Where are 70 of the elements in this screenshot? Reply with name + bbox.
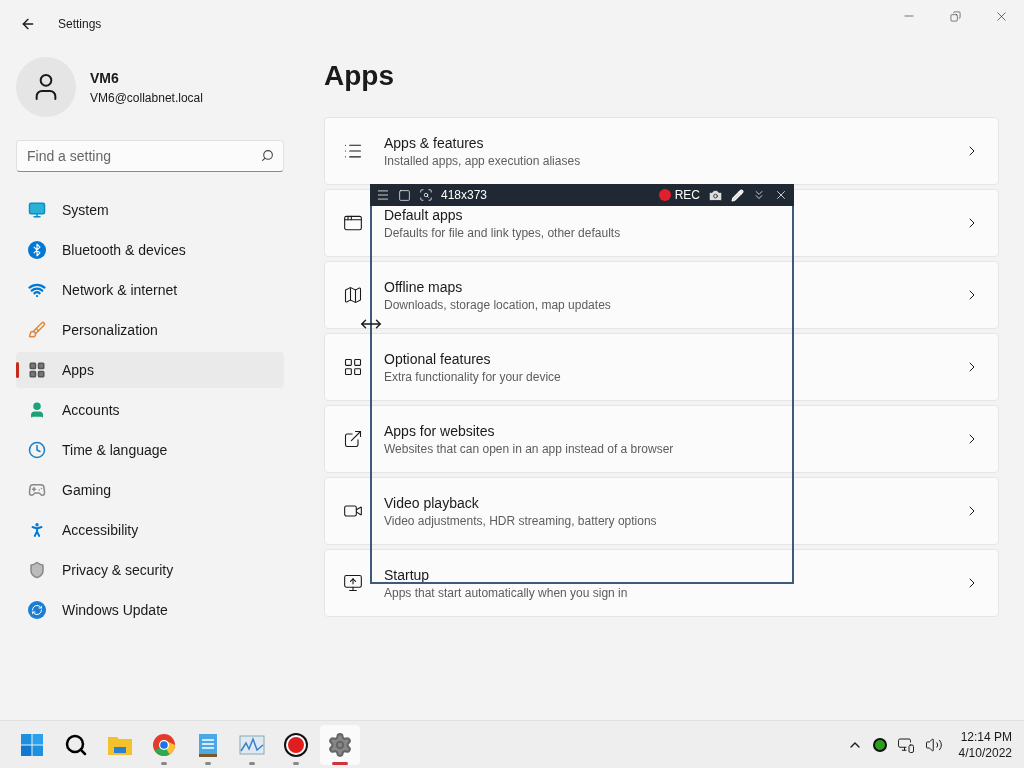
search-field[interactable]: Find a setting <box>16 140 284 172</box>
card-subtitle: Extra functionality for your device <box>384 369 562 385</box>
card-subtitle: Defaults for file and link types, other defaults <box>384 225 622 241</box>
settings-card[interactable]: Offline maps Downloads, storage location, map updates <box>324 261 999 329</box>
performance-chart-icon <box>239 734 265 755</box>
settings-card[interactable]: Video playback Video adjustments, HDR streaming, battery options <box>324 477 999 545</box>
shield-icon <box>28 561 46 579</box>
card-title: Default apps <box>384 206 464 225</box>
card-title: Apps & features <box>384 134 485 153</box>
card-subtitle: Installed apps, app execution aliases <box>384 153 582 169</box>
monitor-icon <box>28 201 46 219</box>
card-title: Offline maps <box>384 278 464 297</box>
wifi-icon <box>28 281 46 299</box>
card-title: Optional features <box>384 350 492 369</box>
settings-card[interactable]: Startup Apps that start automatically when you sign in <box>324 549 999 617</box>
windows-logo-icon <box>20 732 44 757</box>
bluetooth-icon <box>28 241 46 259</box>
monitor-arrow-icon <box>343 573 363 593</box>
menu-icon[interactable] <box>376 188 390 202</box>
close-icon[interactable] <box>774 188 788 202</box>
nav-item[interactable]: Network & internet <box>16 272 284 308</box>
user-name: VM6 <box>90 68 120 88</box>
square-icon[interactable] <box>398 188 411 202</box>
apps-icon <box>28 361 46 379</box>
nav-item[interactable]: Privacy & security <box>16 552 284 588</box>
region-icon[interactable] <box>419 188 433 202</box>
card-title: Startup <box>384 566 431 585</box>
gamepad-icon <box>28 481 46 499</box>
brush-icon <box>28 321 46 339</box>
card-subtitle: Apps that start automatically when you sign in <box>384 585 629 601</box>
capture-size: 418x373 <box>441 187 488 204</box>
card-title: Video playback <box>384 494 480 513</box>
nav-item[interactable]: Windows Update <box>16 592 284 628</box>
speaker-icon[interactable] <box>924 735 943 754</box>
nav-item[interactable]: Accessibility <box>16 512 284 548</box>
card-subtitle: Video adjustments, HDR streaming, battery options <box>384 513 658 529</box>
nav-item[interactable]: Time & language <box>16 432 284 468</box>
refresh-icon <box>28 601 46 619</box>
nav-item[interactable]: System <box>16 192 284 228</box>
restore-icon <box>949 10 961 22</box>
nav-item[interactable]: Gaming <box>16 472 284 508</box>
app-window-icon <box>343 213 363 233</box>
rec-button[interactable]: REC <box>658 186 700 204</box>
search-icon <box>64 732 88 757</box>
nav-item[interactable]: Bluetooth & devices <box>16 232 284 268</box>
nav-item[interactable]: Personalization <box>16 312 284 348</box>
map-icon <box>343 285 363 305</box>
camera-icon[interactable] <box>708 187 723 203</box>
chevrons-down-icon[interactable] <box>752 188 766 202</box>
clock[interactable]: 12:14 PM 4/10/2022 <box>958 728 1012 761</box>
settings-card[interactable]: Optional features Extra functionality for your device <box>324 333 999 401</box>
gear-icon <box>327 731 353 758</box>
card-title: Apps for websites <box>384 422 496 441</box>
browser-icon <box>152 732 176 757</box>
settings-card[interactable]: Apps for websites Websites that can open in an app instead of a browser <box>324 405 999 473</box>
nav-item[interactable]: Apps <box>16 352 284 388</box>
page-title: Apps <box>324 59 395 93</box>
user-email: VM6@collabnet.local <box>90 89 203 107</box>
clock-icon <box>28 441 46 459</box>
window-title: Settings <box>58 16 102 33</box>
record-icon <box>283 731 309 758</box>
notepad-icon <box>198 731 218 758</box>
settings-card[interactable]: Apps & features Installed apps, app execution aliases <box>324 117 999 185</box>
search-icon <box>261 149 274 162</box>
card-subtitle: Websites that can open in an app instead of a browser <box>384 441 675 457</box>
pencil-icon[interactable] <box>731 188 744 202</box>
nav-item[interactable]: Accounts <box>16 392 284 428</box>
external-link-icon <box>343 429 363 449</box>
card-subtitle: Downloads, storage location, map updates <box>384 297 612 313</box>
person-icon <box>28 401 46 419</box>
